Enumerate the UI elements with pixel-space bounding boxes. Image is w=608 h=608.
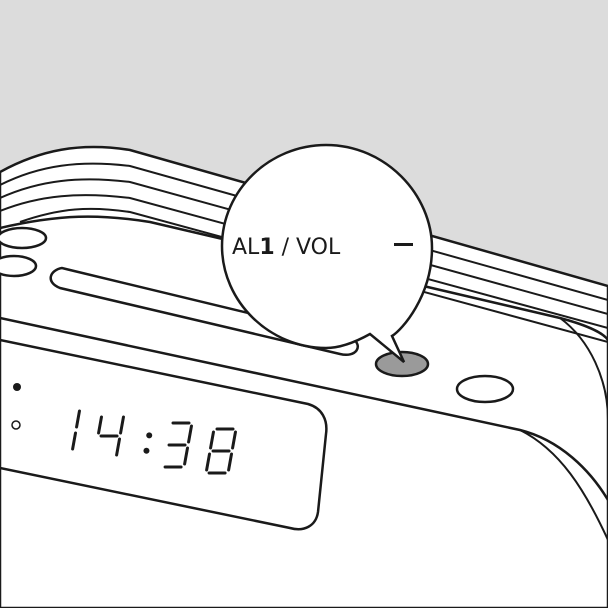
callout-prefix: AL xyxy=(232,235,260,260)
indicator-dot-filled xyxy=(13,383,21,391)
callout-suffix: / VOL xyxy=(275,235,341,260)
clock-radio-drawing: AL1 / VOL xyxy=(0,143,608,608)
callout-label: AL1 / VOL xyxy=(232,235,341,260)
indicator-dot-empty xyxy=(11,420,21,430)
display-colon-dot xyxy=(143,447,150,454)
illustration: AL1 / VOL xyxy=(0,0,608,608)
minus-icon xyxy=(394,243,413,246)
display-colon-dot xyxy=(146,432,153,439)
adjacent-button[interactable] xyxy=(455,374,515,404)
callout-number: 1 xyxy=(259,235,274,260)
